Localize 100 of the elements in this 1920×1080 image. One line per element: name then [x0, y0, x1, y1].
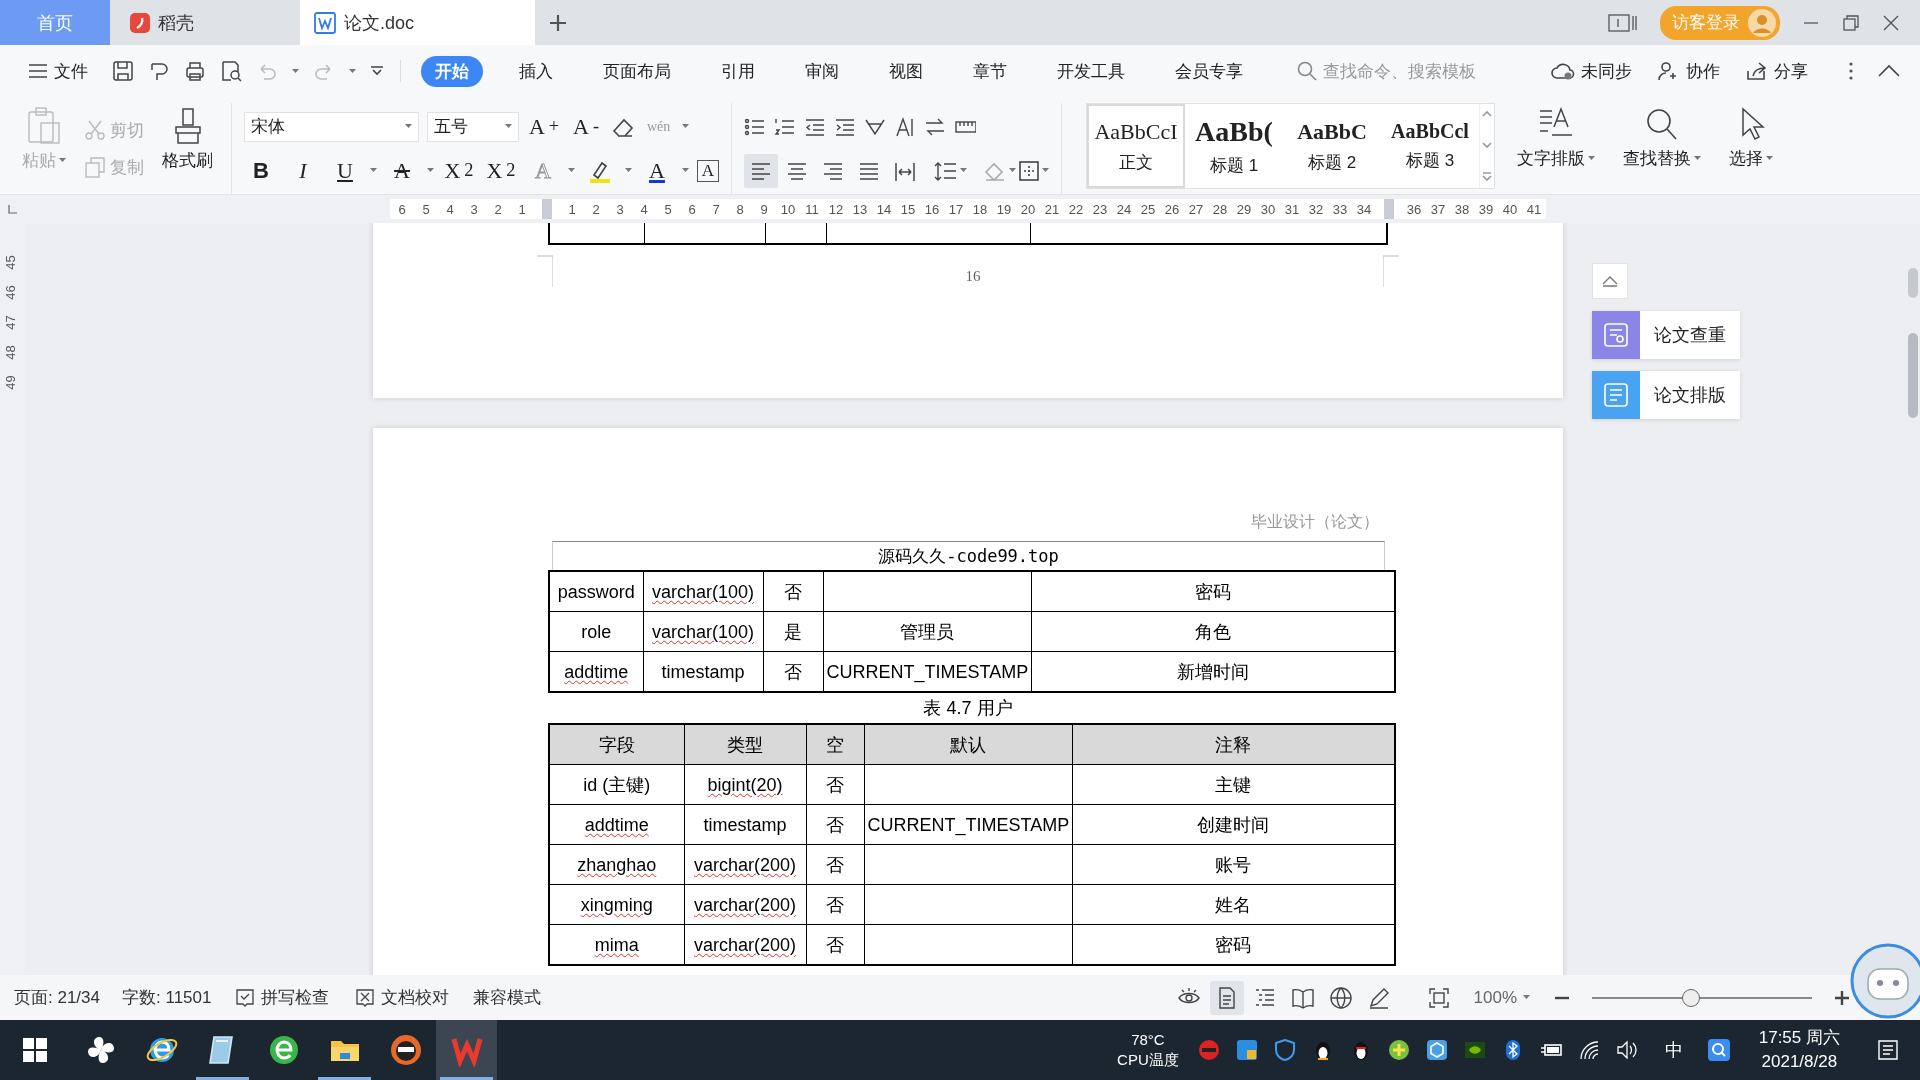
- notification-icon[interactable]: [1876, 1038, 1900, 1062]
- ribbon-tab[interactable]: 开始: [421, 55, 483, 87]
- format-button[interactable]: A: [385, 153, 419, 188]
- collaborate-button[interactable]: 协作: [1652, 55, 1726, 87]
- format-button[interactable]: U: [328, 153, 362, 188]
- ruler-number: 14: [875, 201, 893, 217]
- select-button[interactable]: 选择: [1715, 103, 1787, 194]
- page-number: 16: [964, 268, 982, 285]
- caret-icon: [1588, 156, 1595, 161]
- cpu-temperature-widget[interactable]: 78°C CPU温度: [1117, 1030, 1179, 1070]
- proofread-button[interactable]: 文档校对: [353, 984, 452, 1011]
- scrollbar-thumb[interactable]: [1908, 268, 1918, 298]
- ribbon-tab[interactable]: 视图: [875, 55, 937, 87]
- save-icon[interactable]: [112, 60, 134, 82]
- zoom-level-button[interactable]: 100%: [1471, 985, 1532, 1010]
- side-panel-button[interactable]: 论文排版: [1592, 371, 1740, 419]
- print-preview-icon[interactable]: [220, 60, 242, 82]
- font-size-field[interactable]: 五号: [427, 111, 519, 142]
- borders-icon[interactable]: [1018, 159, 1040, 182]
- side-panel-button[interactable]: 论文查重: [1592, 311, 1740, 359]
- print-icon[interactable]: [184, 60, 206, 82]
- layout-icon: [1602, 381, 1630, 409]
- cloud-icon: [1551, 61, 1575, 81]
- scrollbar-thumb[interactable]: [1908, 333, 1918, 418]
- format-button[interactable]: B: [244, 153, 278, 188]
- fit-page-icon[interactable]: [1427, 986, 1450, 1009]
- ruler-number: 30: [1259, 201, 1277, 217]
- shield-icon[interactable]: [1273, 1039, 1296, 1061]
- style-preset[interactable]: AaBbCcl 标题 3: [1381, 104, 1479, 188]
- volume-icon[interactable]: [1615, 1039, 1638, 1061]
- caret-icon: [1766, 156, 1773, 161]
- wifi-icon[interactable]: [1577, 1039, 1600, 1061]
- ruler-number: 41: [1525, 201, 1543, 217]
- format-button[interactable]: A: [640, 153, 674, 188]
- zoom-in-icon[interactable]: [1834, 989, 1850, 1006]
- close-icon[interactable]: [1882, 13, 1900, 32]
- ribbon-tab[interactable]: 页面布局: [589, 55, 685, 87]
- gpu-icon[interactable]: [1463, 1039, 1486, 1061]
- style-preset[interactable]: AaBb( 标题 1: [1185, 104, 1283, 188]
- table-cell: CURRENT_TIMESTAMP: [864, 804, 1073, 845]
- caret-icon: [682, 168, 689, 173]
- input-method-indicator[interactable]: 中: [1664, 1038, 1683, 1062]
- collapse-panel-button[interactable]: [1592, 263, 1628, 299]
- ruler-number: 12: [827, 201, 845, 217]
- file-menu-button[interactable]: 文件: [22, 55, 94, 87]
- app-tab[interactable]: 稻壳: [110, 0, 300, 45]
- ribbon-tab[interactable]: 审阅: [791, 55, 853, 87]
- ruler-number: 38: [1453, 201, 1471, 217]
- table-cell: 是: [763, 611, 823, 652]
- align-button[interactable]: [744, 153, 778, 188]
- page-layout-icon[interactable]: [1608, 12, 1638, 33]
- find-replace-button[interactable]: 查找替换: [1609, 103, 1715, 194]
- share-button[interactable]: 分享: [1740, 55, 1814, 87]
- table-cell: bigint(20): [684, 764, 806, 805]
- view-mode-button[interactable]: [1209, 980, 1244, 1015]
- sort-icon[interactable]: [894, 115, 916, 138]
- scroll-up-icon[interactable]: [1482, 110, 1492, 118]
- check-document-icon: [1602, 321, 1630, 349]
- word-count: 字数: 11501: [122, 987, 212, 1009]
- clock[interactable]: 17:55 周六 2021/8/28: [1758, 1026, 1840, 1074]
- margin-marker[interactable]: [542, 199, 552, 219]
- ribbon-tab[interactable]: 插入: [505, 55, 567, 87]
- caret-icon: [568, 168, 575, 173]
- plus-circle-icon[interactable]: [1387, 1039, 1410, 1061]
- table-cell: timestamp: [684, 804, 806, 845]
- ruler-number: 3: [469, 201, 479, 217]
- ribbon-tab[interactable]: 引用: [707, 55, 769, 87]
- more-icon[interactable]: [1848, 61, 1854, 81]
- expand-icon[interactable]: [1482, 172, 1492, 182]
- format-painter-button[interactable]: 格式刷: [156, 103, 219, 194]
- text-layout-button[interactable]: 文字排版: [1503, 103, 1609, 194]
- caret-icon: [1523, 995, 1530, 1000]
- search-app-icon[interactable]: [1706, 1038, 1731, 1062]
- sync-button[interactable]: 未同步: [1545, 55, 1638, 87]
- transfer-icon[interactable]: [1235, 1039, 1258, 1061]
- format-button[interactable]: A: [697, 159, 719, 182]
- style-preset[interactable]: AaBbC 标题 2: [1283, 104, 1381, 188]
- ruler-number: 3: [615, 201, 625, 217]
- ruler-number: 21: [1043, 201, 1061, 217]
- ruler-number: 26: [1163, 201, 1181, 217]
- font-name-field[interactable]: 宋体: [244, 111, 419, 142]
- page-count: 页面: 21/34: [14, 987, 100, 1009]
- chevron-up-icon: [1602, 275, 1618, 287]
- format-button[interactable]: I: [286, 153, 320, 188]
- app-tab[interactable]: 论文.doc: [300, 0, 535, 45]
- ruler-number: 39: [1477, 201, 1495, 217]
- scroll-down-icon[interactable]: [1482, 141, 1492, 149]
- ruler-number: 31: [1283, 201, 1301, 217]
- margin-marker[interactable]: [1384, 199, 1394, 219]
- style-preset[interactable]: AaBbCcI 正文: [1087, 104, 1185, 188]
- ribbon-tab[interactable]: 开发工具: [1043, 55, 1139, 87]
- restore-icon[interactable]: [1842, 13, 1860, 32]
- spell-check-button[interactable]: 拼写检查: [233, 984, 332, 1011]
- collapse-ribbon-icon[interactable]: [1878, 64, 1900, 78]
- ruler-number: 23: [1091, 201, 1109, 217]
- ribbon-tab[interactable]: 章节: [959, 55, 1021, 87]
- customize-icon[interactable]: [370, 66, 384, 76]
- ruler-number: 13: [851, 201, 869, 217]
- table-cell: 否: [806, 804, 864, 845]
- ribbon-tab[interactable]: 会员专享: [1161, 55, 1257, 87]
